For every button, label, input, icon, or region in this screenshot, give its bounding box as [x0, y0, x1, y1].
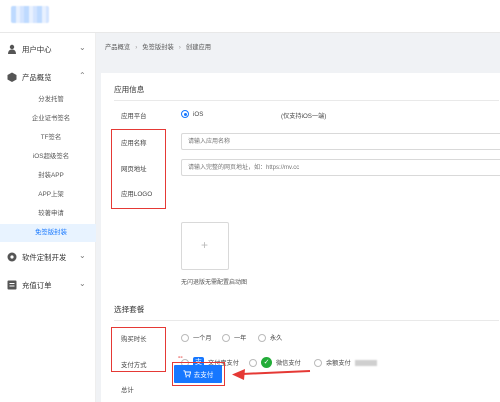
- sidebar-group-label: 用户中心: [22, 45, 52, 54]
- user-icon: [8, 44, 16, 54]
- list-icon: [7, 280, 17, 290]
- logo[interactable]: [11, 6, 49, 23]
- duration-option-label: 一个月: [193, 335, 212, 342]
- logo-hint: 无闪退版无需配置启动图: [181, 280, 248, 286]
- sidebar-item-free-sign-package[interactable]: 免签版封装: [0, 224, 96, 242]
- radio-icon[interactable]: [314, 358, 322, 367]
- section-title-package: 选择套餐: [114, 305, 145, 314]
- duration-option-year[interactable]: 一年: [222, 333, 246, 342]
- sidebar-item-copyright[interactable]: 较著申请: [0, 205, 96, 223]
- sidebar-item-enterprise-cert[interactable]: 企业证书签名: [0, 110, 96, 128]
- highlight-box: [111, 327, 166, 372]
- plus-icon: +: [201, 238, 209, 252]
- breadcrumb: 产品概览 › 免签版封装 › 创建应用: [105, 42, 211, 51]
- radio-icon[interactable]: [181, 333, 189, 342]
- sidebar-item-package-app[interactable]: 封装APP: [0, 167, 96, 185]
- platform-label: 应用平台: [121, 113, 147, 120]
- sidebar-group-label: 产品概览: [22, 73, 52, 82]
- sidebar-group-custom-dev[interactable]: 软件定制开发 ⌄: [0, 245, 96, 269]
- section-title-app-info: 应用信息: [114, 85, 145, 94]
- divider: [114, 100, 499, 101]
- total-value: --: [178, 354, 183, 361]
- divider: [114, 320, 499, 321]
- main-content: 产品概览 › 免签版封装 › 创建应用 应用信息 应用平台 iOS (仅支持iOS一端)…: [96, 33, 500, 402]
- breadcrumb-item: 创建应用: [185, 44, 212, 51]
- radio-checked-icon[interactable]: [181, 110, 189, 118]
- chevron-right-icon: ›: [135, 44, 138, 51]
- payment-option-label: 余额支付: [326, 360, 351, 367]
- chevron-down-icon: ⌄: [79, 279, 86, 288]
- box-icon: [7, 72, 17, 82]
- breadcrumb-item[interactable]: 免签版封装: [142, 44, 173, 51]
- highlight-box: [172, 362, 225, 386]
- sidebar-group-user-center[interactable]: 用户中心 ⌄: [0, 37, 96, 61]
- arrow-left-icon: [232, 369, 311, 380]
- top-bar: [0, 0, 500, 33]
- payment-option-label: 微信支付: [276, 360, 301, 367]
- duration-option-month[interactable]: 一个月: [181, 333, 212, 342]
- duration-option-label: 一年: [234, 335, 247, 342]
- sidebar-item-app-listing[interactable]: APP上架: [0, 186, 96, 204]
- duration-option-label: 永久: [270, 335, 283, 342]
- web-url-input[interactable]: [181, 159, 500, 176]
- total-label: 总计: [121, 387, 134, 394]
- sidebar-group-product-overview[interactable]: 产品概览 ⌃: [0, 65, 96, 89]
- sidebar-item-distribution[interactable]: 分发托管: [0, 91, 96, 109]
- chevron-down-icon: ⌄: [79, 43, 86, 52]
- radio-icon[interactable]: [258, 333, 266, 342]
- sidebar-group-label: 软件定制开发: [22, 253, 67, 262]
- breadcrumb-item[interactable]: 产品概览: [105, 44, 130, 51]
- balance-amount-redacted: [354, 359, 377, 366]
- sidebar-group-label: 充值订单: [22, 281, 52, 290]
- duration-option-forever[interactable]: 永久: [258, 333, 282, 342]
- highlight-box: [111, 129, 166, 209]
- app-name-input[interactable]: [181, 133, 500, 150]
- sidebar-item-tf-sign[interactable]: TF签名: [0, 129, 96, 147]
- radio-icon[interactable]: [222, 333, 230, 342]
- platform-value: iOS: [193, 110, 204, 118]
- platform-option-ios[interactable]: iOS: [181, 110, 203, 118]
- logo-upload[interactable]: +: [181, 222, 229, 270]
- sidebar-group-recharge-orders[interactable]: 充值订单 ⌄: [0, 273, 96, 297]
- payment-option-balance[interactable]: 余额支付: [314, 358, 377, 367]
- sidebar: 用户中心 ⌄ 产品概览 ⌃ 分发托管 企业证书签名 TF签名 iOS超级签名 封…: [0, 33, 96, 402]
- create-app-form: 应用信息 应用平台 iOS (仅支持iOS一端) 应用名称 网页地址 应用LOG…: [101, 73, 500, 402]
- chevron-up-icon: ⌃: [79, 71, 86, 80]
- chevron-right-icon: ›: [178, 44, 181, 51]
- radio-icon[interactable]: [249, 358, 257, 367]
- sidebar-item-ios-super-sign[interactable]: iOS超级签名: [0, 148, 96, 166]
- chevron-down-icon: ⌄: [79, 251, 86, 260]
- platform-note: (仅支持iOS一端): [281, 113, 327, 120]
- gear-icon: [7, 252, 17, 262]
